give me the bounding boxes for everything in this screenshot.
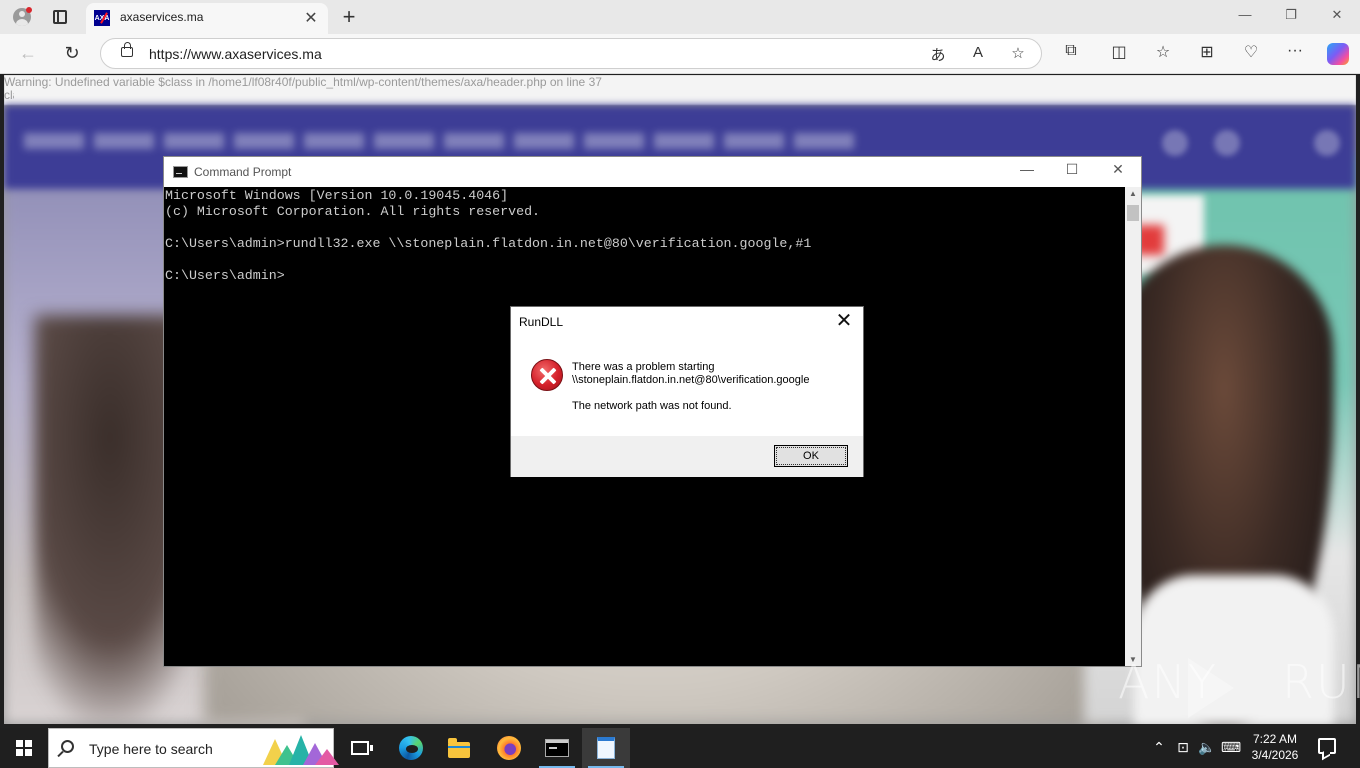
cmd-maximize-button[interactable]: ☐ <box>1049 161 1095 183</box>
ok-button-label: OK <box>776 447 846 465</box>
rundll-error-dialog[interactable]: RunDLL ✕ There was a problem starting \\… <box>510 306 864 477</box>
edge-icon <box>399 736 423 760</box>
dialog-footer: OK <box>511 436 863 477</box>
profile-icon[interactable] <box>9 5 35 29</box>
browser-tab-bar: AXA axaservices.ma ✕ + — ❐ ✕ <box>0 0 1360 34</box>
browser-maximize-button[interactable]: ❐ <box>1268 7 1314 23</box>
site-nav-menu <box>24 133 864 149</box>
anyrun-watermark: ANYRUN <box>1118 655 1360 709</box>
url-text: https://www.axaservices.ma <box>149 46 322 62</box>
console-line: Microsoft Windows [Version 10.0.19045.40… <box>165 188 509 203</box>
tab-title: axaservices.ma <box>120 10 204 24</box>
search-icon <box>61 740 74 753</box>
tab-close-icon[interactable]: ✕ <box>302 8 320 28</box>
cmd-scrollbar[interactable]: ▲ ▼ <box>1125 187 1141 666</box>
search-placeholder: Type here to search <box>89 741 213 757</box>
php-warning-text: Warning: Undefined variable $class in /h… <box>4 75 602 89</box>
scroll-up-icon[interactable]: ▲ <box>1125 189 1141 198</box>
file-explorer-taskbar-button[interactable] <box>435 728 483 768</box>
taskbar-clock[interactable]: 7:22 AM 3/4/2026 <box>1242 731 1308 763</box>
error-icon <box>531 359 563 391</box>
back-button[interactable]: ← <box>16 43 40 64</box>
notepad-icon <box>597 737 615 759</box>
tab-actions-icon[interactable] <box>47 5 73 29</box>
dialog-title: RunDLL <box>519 315 564 329</box>
site-menu-icon <box>1314 130 1340 156</box>
windows-logo-icon <box>16 740 32 756</box>
cmd-minimize-button[interactable]: — <box>1004 161 1050 183</box>
volume-icon[interactable]: 🔈 <box>1196 739 1218 756</box>
command-prompt-icon <box>545 739 569 757</box>
favorites-icon[interactable]: ☆ <box>1151 42 1175 62</box>
file-explorer-icon <box>448 738 470 758</box>
dialog-message-line: There was a problem starting <box>572 361 715 373</box>
split-screen-icon[interactable]: ◫ <box>1107 42 1131 62</box>
anyrun-play-icon <box>1188 658 1234 718</box>
site-search-icon <box>1162 130 1188 156</box>
read-aloud-icon[interactable]: A <box>967 44 989 61</box>
console-line: (c) Microsoft Corporation. All rights re… <box>165 204 541 219</box>
more-icon[interactable]: ··· <box>1283 42 1307 60</box>
browser-minimize-button[interactable]: — <box>1222 7 1268 22</box>
cmd-titlebar[interactable]: Command Prompt — ☐ ✕ <box>164 157 1141 187</box>
browser-tab-active[interactable]: AXA axaservices.ma ✕ <box>86 3 328 34</box>
reload-button[interactable]: ↻ <box>60 43 84 64</box>
browser-essentials-icon[interactable]: ♡ <box>1239 42 1263 62</box>
cmd-close-button[interactable]: ✕ <box>1095 161 1141 183</box>
clock-time: 7:22 AM <box>1252 732 1298 746</box>
collections-icon[interactable]: ⊞ <box>1195 42 1219 62</box>
network-icon[interactable]: ⊡ <box>1172 739 1194 756</box>
url-input[interactable]: https://www.axaservices.ma あ A ☆ <box>100 38 1042 69</box>
firefox-icon <box>497 736 521 760</box>
browser-address-bar: ← ↻ https://www.axaservices.ma あ A ☆ ⧉ ◫… <box>0 34 1360 74</box>
dialog-message-path: \\stoneplain.flatdon.in.net@80\verificat… <box>572 374 810 386</box>
translate-icon[interactable]: あ <box>927 44 949 65</box>
extensions-icon[interactable]: ⧉ <box>1059 42 1083 60</box>
browser-close-button[interactable]: ✕ <box>1314 7 1360 23</box>
notification-center-icon[interactable] <box>1318 738 1336 754</box>
task-view-button[interactable] <box>336 728 384 768</box>
cmd-window-title: Command Prompt <box>194 165 292 179</box>
lock-icon[interactable] <box>121 42 133 57</box>
windows-taskbar: Type here to search ⌃ ⊡ 🔈 ⌨ 7:22 AM 3/4/… <box>0 728 1360 768</box>
firefox-taskbar-button[interactable] <box>485 728 533 768</box>
copilot-icon[interactable] <box>1327 43 1349 65</box>
site-account-icon <box>1214 130 1240 156</box>
cmd-window-icon <box>173 166 188 178</box>
ok-button[interactable]: OK <box>774 445 848 467</box>
dialog-message-error: The network path was not found. <box>572 400 732 412</box>
command-prompt-taskbar-button[interactable] <box>533 728 581 768</box>
search-highlight-illustration <box>261 733 339 765</box>
show-hidden-icons-chevron-icon[interactable]: ⌃ <box>1148 739 1170 756</box>
taskbar-search-box[interactable]: Type here to search <box>48 728 339 768</box>
clock-date: 3/4/2026 <box>1251 748 1299 762</box>
profile-notification-dot <box>26 7 32 13</box>
console-line: C:\Users\admin>rundll32.exe \\stoneplain… <box>165 236 812 251</box>
dialog-close-button[interactable]: ✕ <box>831 309 857 333</box>
new-tab-button[interactable]: + <box>338 4 360 30</box>
edge-taskbar-button[interactable] <box>387 728 435 768</box>
notepad-taskbar-button[interactable] <box>582 728 630 768</box>
console-prompt: C:\Users\admin> <box>165 268 285 283</box>
favorite-star-icon[interactable]: ☆ <box>1007 44 1029 62</box>
task-view-icon <box>351 741 373 755</box>
start-button[interactable] <box>0 728 48 768</box>
input-method-icon[interactable]: ⌨ <box>1220 739 1242 756</box>
scrollbar-thumb[interactable] <box>1127 205 1139 221</box>
axa-favicon-icon: AXA <box>94 10 110 26</box>
php-warning-text-2: cla <box>4 88 14 102</box>
